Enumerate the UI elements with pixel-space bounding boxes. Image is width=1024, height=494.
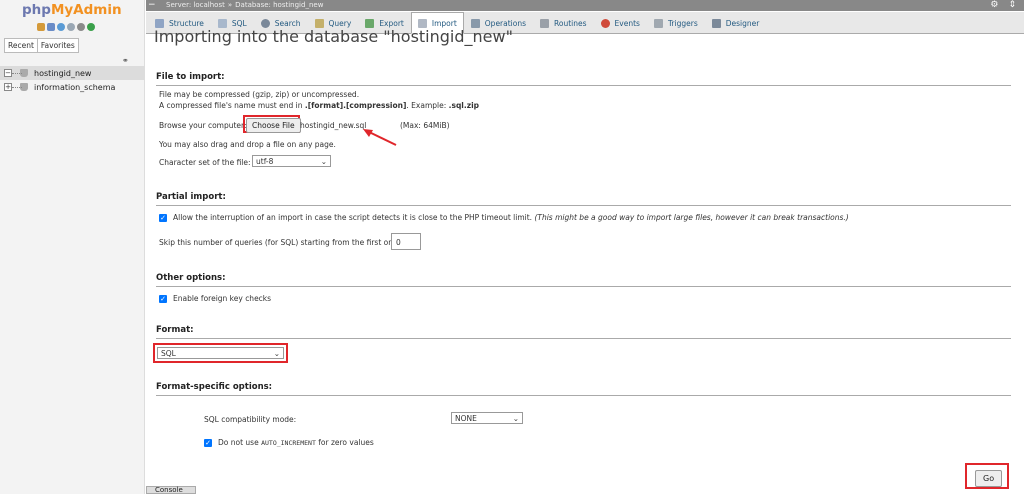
allow-interrupt-row: ✓ Allow the interruption of an import in … <box>159 213 849 222</box>
server-breadcrumb-bar: − Server: localhost » Database: hostingi… <box>146 0 1024 11</box>
compression-note: File may be compressed (gzip, zip) or un… <box>159 90 360 99</box>
home-icon[interactable] <box>37 23 45 31</box>
foreign-key-row: ✓ Enable foreign key checks <box>159 294 272 303</box>
collapse-sidebar-icon[interactable]: − <box>148 0 156 10</box>
navigation-sidebar: phpMyAdmin Recent Favorites ⚭ − hostingi… <box>0 0 145 494</box>
max-size: (Max: 64MiB) <box>400 121 450 130</box>
tree-item-information-schema[interactable]: + information_schema <box>0 80 145 94</box>
auto-increment-checkbox[interactable]: ✓ <box>204 439 212 447</box>
section-heading: Format-specific options: <box>156 382 1011 396</box>
drag-drop-hint: You may also drag and drop a file on any… <box>159 140 336 149</box>
other-options-section: Other options: <box>156 273 1011 287</box>
chevron-down-icon: ⌄ <box>273 348 280 358</box>
fullscreen-icon[interactable]: ⇕ <box>1008 0 1016 10</box>
tab-events[interactable]: Events <box>594 12 647 34</box>
section-heading: File to import: <box>156 72 1011 86</box>
tab-triggers[interactable]: Triggers <box>647 12 705 34</box>
console-tab[interactable]: Console <box>146 486 196 494</box>
compat-mode-select[interactable]: NONE ⌄ <box>451 412 523 424</box>
section-heading: Other options: <box>156 273 1011 287</box>
allow-interrupt-checkbox[interactable]: ✓ <box>159 214 167 222</box>
chevron-down-icon: ⌄ <box>320 156 327 166</box>
file-to-import-section: File to import: <box>156 72 1011 86</box>
compression-rule: A compressed file's name must end in .[f… <box>159 101 480 110</box>
routines-icon <box>540 18 550 28</box>
format-select[interactable]: SQL ⌄ <box>157 347 284 359</box>
docs-icon[interactable] <box>67 23 75 31</box>
browse-label: Browse your computer: <box>159 121 247 130</box>
breadcrumb-database[interactable]: Database: hostingid_new <box>235 1 323 9</box>
breadcrumb-server[interactable]: Server: localhost <box>166 1 225 9</box>
designer-icon <box>711 18 721 28</box>
tree-item-hostingid-new[interactable]: − hostingid_new <box>0 66 145 80</box>
skip-queries-label: Skip this number of queries (for SQL) st… <box>159 238 401 247</box>
format-section: Format: <box>156 325 1011 339</box>
reload-icon[interactable] <box>87 23 95 31</box>
import-page: Importing into the database "hostingid_n… <box>146 27 1024 494</box>
charset-select[interactable]: utf-8 ⌄ <box>252 155 331 167</box>
clock-icon <box>600 18 610 28</box>
recent-favorites-tabs: Recent Favorites <box>4 38 79 53</box>
tab-recent[interactable]: Recent <box>4 38 38 53</box>
triggers-icon <box>653 18 663 28</box>
go-button[interactable]: Go <box>975 470 1003 487</box>
quick-icons <box>37 23 95 31</box>
link-icon[interactable]: ⚭ <box>122 56 129 65</box>
section-heading: Partial import: <box>156 192 1011 206</box>
gear-icon[interactable] <box>77 23 85 31</box>
database-tree: − hostingid_new + information_schema <box>0 66 145 94</box>
charset-label: Character set of the file: <box>159 158 251 167</box>
collapse-icon[interactable]: − <box>4 69 12 77</box>
expand-icon[interactable]: + <box>4 83 12 91</box>
page-title: Importing into the database "hostingid_n… <box>154 27 513 46</box>
logout-icon[interactable] <box>47 23 55 31</box>
red-arrow-icon <box>363 129 397 146</box>
tab-routines[interactable]: Routines <box>533 12 594 34</box>
chevron-down-icon: ⌄ <box>512 413 519 423</box>
settings-icon[interactable]: ⚙ <box>990 0 998 10</box>
skip-queries-input[interactable]: 0 <box>391 233 421 250</box>
breadcrumb: Server: localhost » Database: hostingid_… <box>166 1 324 9</box>
partial-import-section: Partial import: <box>156 192 1011 206</box>
choose-file-button[interactable]: Choose File <box>246 118 301 133</box>
format-specific-section: Format-specific options: <box>156 382 1011 396</box>
section-heading: Format: <box>156 325 1011 339</box>
help-icon[interactable] <box>57 23 65 31</box>
foreign-key-checkbox[interactable]: ✓ <box>159 295 167 303</box>
tab-designer[interactable]: Designer <box>705 12 767 34</box>
tab-favorites[interactable]: Favorites <box>36 38 79 53</box>
compat-mode-label: SQL compatibility mode: <box>204 415 297 424</box>
selected-file-name: hostingid_new.sql <box>300 121 367 130</box>
phpmyadmin-logo[interactable]: phpMyAdmin <box>22 2 122 18</box>
auto-increment-row: ✓ Do not use AUTO_INCREMENT for zero valu… <box>204 438 374 447</box>
